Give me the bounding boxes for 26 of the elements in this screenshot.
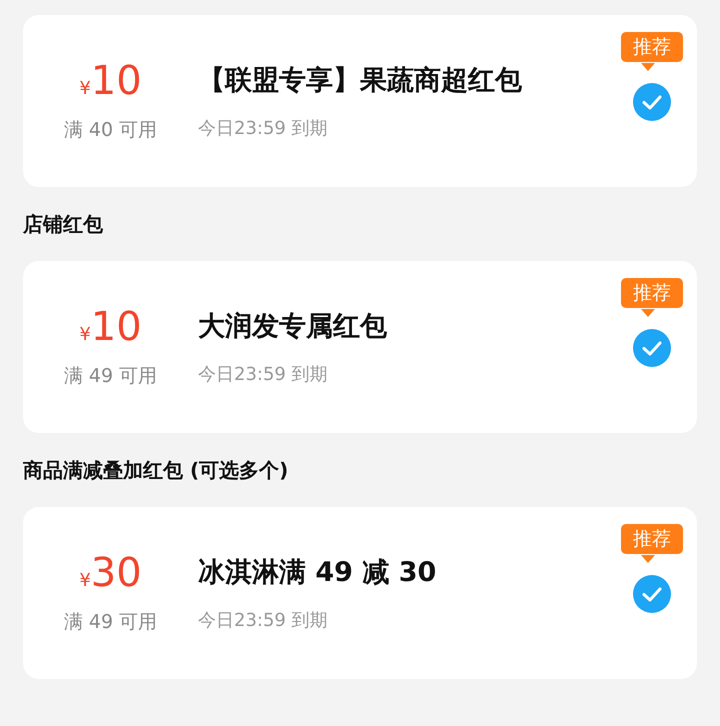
coupon-card[interactable]: ¥10 满 40 可用 【联盟专享】果蔬商超红包 今日23:59 到期 推荐 <box>23 15 697 187</box>
coupon-title: 大润发专属红包 <box>198 310 387 344</box>
coupon-condition: 满 49 可用 <box>64 610 158 635</box>
coupon-condition: 满 49 可用 <box>64 364 158 389</box>
coupon-title: 【联盟专享】果蔬商超红包 <box>198 64 522 98</box>
coupon-title: 冰淇淋满 49 减 30 <box>198 556 436 590</box>
section-heading: 店铺红包 <box>23 210 103 238</box>
check-icon[interactable] <box>633 329 671 367</box>
coupon-card[interactable]: ¥30 满 49 可用 冰淇淋满 49 减 30 今日23:59 到期 推荐 <box>23 507 697 679</box>
recommend-badge: 推荐 <box>621 32 683 62</box>
coupon-card[interactable]: ¥10 满 49 可用 大润发专属红包 今日23:59 到期 推荐 <box>23 261 697 433</box>
section-heading: 商品满减叠加红包 (可选多个) <box>23 456 288 484</box>
coupon-amount: ¥30 <box>79 551 142 598</box>
badge-pointer-icon <box>641 309 655 317</box>
recommend-badge: 推荐 <box>621 278 683 308</box>
coupon-expiry: 今日23:59 到期 <box>198 363 329 386</box>
coupon-condition: 满 40 可用 <box>64 118 158 143</box>
recommend-badge: 推荐 <box>621 524 683 554</box>
check-icon[interactable] <box>633 83 671 121</box>
check-icon[interactable] <box>633 575 671 613</box>
coupon-amount: ¥10 <box>79 305 142 352</box>
badge-pointer-icon <box>641 555 655 563</box>
coupon-expiry: 今日23:59 到期 <box>198 609 329 632</box>
badge-pointer-icon <box>641 63 655 71</box>
coupon-amount: ¥10 <box>79 59 142 106</box>
coupon-expiry: 今日23:59 到期 <box>198 117 329 140</box>
